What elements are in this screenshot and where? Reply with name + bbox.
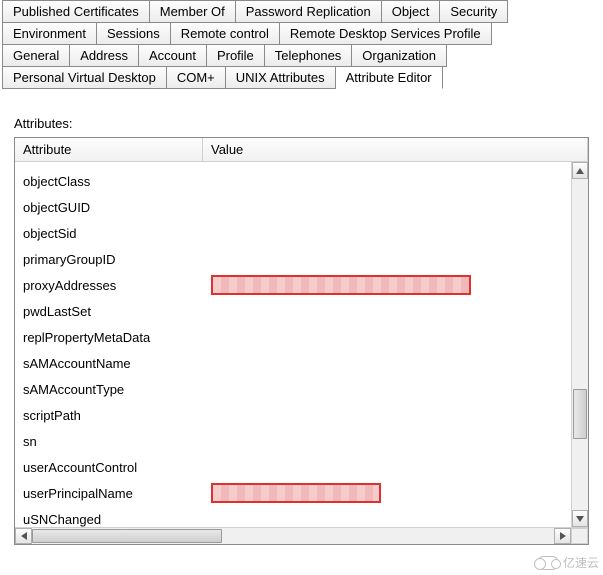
tab-remote-desktop-services-profile[interactable]: Remote Desktop Services Profile — [280, 22, 492, 45]
listview-header: Attribute Value — [15, 138, 588, 162]
tab-sessions[interactable]: Sessions — [97, 22, 171, 45]
scroll-corner — [571, 528, 588, 544]
watermark-text: 亿速云 — [563, 554, 599, 571]
attribute-value-cell — [203, 428, 588, 454]
attribute-name-cell: replPropertyMetaData — [15, 330, 203, 345]
tab-account[interactable]: Account — [139, 44, 207, 67]
table-row[interactable]: proxyAddresses — [15, 272, 588, 298]
table-row[interactable]: primaryGroupID — [15, 246, 588, 272]
attributes-listview[interactable]: Attribute Value objectClassobjectGUIDobj… — [14, 137, 589, 545]
tab-password-replication[interactable]: Password Replication — [236, 0, 382, 23]
redacted-value — [211, 275, 471, 295]
table-row[interactable]: objectSid — [15, 220, 588, 246]
tab-row-1: Published Certificates Member Of Passwor… — [2, 0, 508, 22]
redacted-value — [211, 483, 381, 503]
tab-attribute-editor[interactable]: Attribute Editor — [336, 66, 443, 89]
column-header-value[interactable]: Value — [203, 138, 588, 161]
table-row[interactable]: uSNChanged — [15, 506, 588, 527]
scroll-right-button[interactable] — [554, 528, 571, 544]
attribute-name-cell: userPrincipalName — [15, 486, 203, 501]
table-row[interactable]: replPropertyMetaData — [15, 324, 588, 350]
table-row[interactable]: sAMAccountType — [15, 376, 588, 402]
attribute-name-cell: objectClass — [15, 174, 203, 189]
table-row[interactable]: pwdLastSet — [15, 298, 588, 324]
tab-security[interactable]: Security — [440, 0, 508, 23]
watermark: 亿速云 — [537, 554, 599, 571]
tab-com-plus[interactable]: COM+ — [167, 66, 226, 89]
cloud-icon — [537, 556, 559, 570]
table-row[interactable]: userAccountControl — [15, 454, 588, 480]
attribute-value-cell — [203, 168, 588, 194]
attribute-name-cell: sAMAccountName — [15, 356, 203, 371]
attribute-value-cell — [203, 350, 588, 376]
tab-address[interactable]: Address — [70, 44, 139, 67]
attribute-name-cell: userAccountControl — [15, 460, 203, 475]
attribute-name-cell: uSNChanged — [15, 512, 203, 527]
tab-telephones[interactable]: Telephones — [265, 44, 353, 67]
attribute-name-cell: scriptPath — [15, 408, 203, 423]
attribute-name-cell: objectGUID — [15, 200, 203, 215]
scroll-down-button[interactable] — [572, 510, 588, 527]
table-row[interactable]: objectClass — [15, 168, 588, 194]
tab-object[interactable]: Object — [382, 0, 441, 23]
horizontal-scroll-thumb[interactable] — [32, 529, 222, 543]
attribute-value-cell — [203, 246, 588, 272]
property-sheet-tabs: Published Certificates Member Of Passwor… — [0, 0, 603, 88]
table-row[interactable]: sn — [15, 428, 588, 454]
vertical-scrollbar[interactable] — [571, 162, 588, 527]
tab-member-of[interactable]: Member Of — [150, 0, 236, 23]
attribute-value-cell — [203, 454, 588, 480]
scroll-up-button[interactable] — [572, 162, 588, 179]
attribute-name-cell: proxyAddresses — [15, 278, 203, 293]
chevron-left-icon — [21, 532, 27, 540]
tab-unix-attributes[interactable]: UNIX Attributes — [226, 66, 336, 89]
attribute-value-cell — [203, 324, 588, 350]
attribute-value-cell — [203, 376, 588, 402]
attributes-label: Attributes: — [14, 116, 603, 131]
attribute-value-cell — [203, 480, 588, 506]
tab-organization[interactable]: Organization — [352, 44, 447, 67]
attribute-name-cell: primaryGroupID — [15, 252, 203, 267]
horizontal-scrollbar[interactable] — [15, 527, 588, 544]
attribute-name-cell: objectSid — [15, 226, 203, 241]
attribute-value-cell — [203, 194, 588, 220]
tab-row-3: General Address Account Profile Telephon… — [2, 44, 447, 66]
attribute-value-cell — [203, 402, 588, 428]
column-header-attribute[interactable]: Attribute — [15, 138, 203, 161]
vertical-scroll-track[interactable] — [572, 179, 588, 510]
tab-environment[interactable]: Environment — [2, 22, 97, 45]
tab-row-4: Personal Virtual Desktop COM+ UNIX Attri… — [2, 66, 443, 88]
listview-body: objectClass objectGUID objectSid primaryGro… — [15, 162, 588, 527]
attribute-name-cell: pwdLastSet — [15, 304, 203, 319]
table-row[interactable]: scriptPath — [15, 402, 588, 428]
tab-remote-control[interactable]: Remote control — [171, 22, 280, 45]
tab-general[interactable]: General — [2, 44, 70, 67]
tab-personal-virtual-desktop[interactable]: Personal Virtual Desktop — [2, 66, 167, 89]
tab-row-2: Environment Sessions Remote control Remo… — [2, 22, 492, 44]
table-row[interactable]: objectGUID — [15, 194, 588, 220]
attribute-value-cell — [203, 220, 588, 246]
horizontal-scroll-track[interactable] — [32, 528, 554, 544]
attribute-name-cell: sAMAccountType — [15, 382, 203, 397]
table-row[interactable]: sAMAccountName — [15, 350, 588, 376]
tab-published-certificates[interactable]: Published Certificates — [2, 0, 150, 23]
attribute-value-cell — [203, 272, 588, 298]
scroll-left-button[interactable] — [15, 528, 32, 544]
tab-profile[interactable]: Profile — [207, 44, 265, 67]
table-row[interactable]: userPrincipalName — [15, 480, 588, 506]
chevron-up-icon — [576, 168, 584, 174]
attribute-name-cell: sn — [15, 434, 203, 449]
attribute-value-cell — [203, 506, 588, 527]
chevron-right-icon — [560, 532, 566, 540]
chevron-down-icon — [576, 516, 584, 522]
vertical-scroll-thumb[interactable] — [573, 389, 587, 439]
attribute-value-cell — [203, 298, 588, 324]
